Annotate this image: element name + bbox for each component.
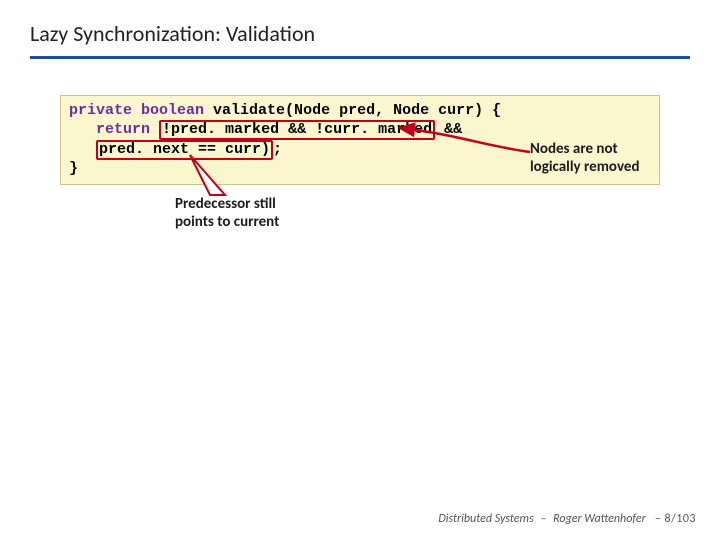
keyword-boolean: boolean — [141, 102, 204, 119]
slide-title: Lazy Synchronization: Validation — [30, 20, 315, 47]
title-rule — [30, 56, 690, 59]
code-indent-1 — [69, 121, 96, 138]
code-space — [150, 121, 159, 138]
code-fn-decl: validate(Node pred, Node curr) { — [204, 102, 501, 119]
footer-author: Roger Wattenhofer — [553, 512, 646, 526]
annotation-line: Nodes are not — [530, 140, 640, 158]
keyword-return: return — [96, 121, 150, 138]
keyword-private: private — [69, 102, 132, 119]
annotation-line: Predecessor still — [175, 195, 279, 213]
arrow-layer — [0, 0, 720, 540]
code-after-marked: && — [435, 121, 462, 138]
code-indent-2 — [69, 141, 96, 158]
footer-course: Distributed Systems — [438, 512, 533, 526]
footer: Distributed Systems – Roger Wattenhofer … — [438, 512, 696, 526]
highlight-marked: !pred. marked && !curr. marked — [159, 120, 435, 140]
code-close: } — [69, 160, 78, 177]
annotation-line: points to current — [175, 213, 279, 231]
footer-sep: – — [540, 512, 546, 526]
annotation-pred-points-curr: Predecessor still points to current — [175, 195, 279, 231]
annotation-nodes-not-removed: Nodes are not logically removed — [530, 140, 640, 176]
annotation-line: logically removed — [530, 158, 640, 176]
highlight-next: pred. next == curr) — [96, 140, 273, 160]
code-after-next: ; — [273, 141, 282, 158]
footer-page: – 8/103 — [648, 512, 696, 526]
